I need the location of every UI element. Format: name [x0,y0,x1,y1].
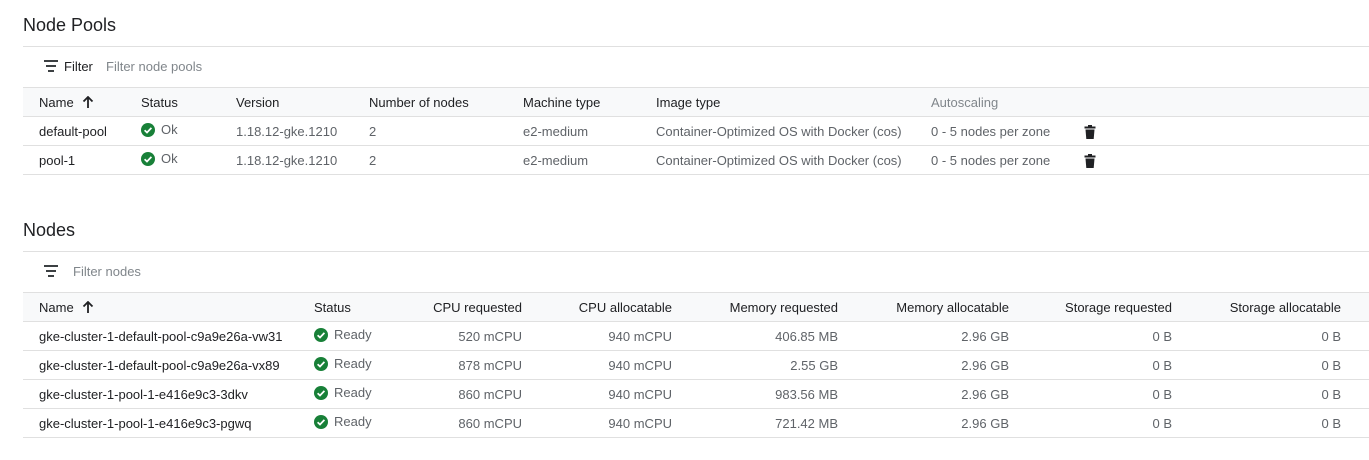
pool-name[interactable]: pool-1 [23,145,125,175]
pool-version: 1.18.12-gke.1210 [220,116,353,146]
table-row[interactable]: gke-cluster-1-default-pool-c9a9e26a-vw31… [23,321,1369,351]
pool-autoscaling: 0 - 5 nodes per zone [915,116,1067,146]
node-storage-requested: 0 B [1037,321,1200,351]
nodes-filter-bar [23,251,1369,292]
node-memory-requested: 2.55 GB [700,350,866,380]
node-storage-allocatable: 0 B [1200,321,1369,351]
table-row[interactable]: default-pool Ok 1.18.12-gke.1210 2 e2-me… [23,116,1369,146]
node-cpu-requested: 860 mCPU [418,408,550,438]
pool-image-type: Container-Optimized OS with Docker (cos) [640,145,915,175]
column-header-name[interactable]: Name [23,292,298,322]
column-header-machine-type[interactable]: Machine type [507,87,640,117]
arrow-up-icon[interactable] [82,95,94,109]
trash-icon[interactable] [1083,124,1097,139]
column-header-version[interactable]: Version [220,87,353,117]
table-row[interactable]: pool-1 Ok 1.18.12-gke.1210 2 e2-medium C… [23,145,1369,175]
node-status: Ready [298,350,418,380]
check-circle-icon [314,385,328,400]
node-storage-allocatable: 0 B [1200,350,1369,380]
node-storage-allocatable: 0 B [1200,379,1369,409]
filter-icon[interactable] [43,60,59,72]
column-header-num-nodes[interactable]: Number of nodes [353,87,507,117]
table-header-row: Name Status CPU requested CPU allocatabl… [23,292,1369,322]
node-status: Ready [298,408,418,438]
nodes-table: Name Status CPU requested CPU allocatabl… [23,292,1369,438]
column-header-memory-requested[interactable]: Memory requested [700,292,866,322]
pool-machine-type: e2-medium [507,116,640,146]
check-circle-icon [141,151,155,166]
node-storage-requested: 0 B [1037,350,1200,380]
column-header-autoscaling: Autoscaling [915,87,1067,117]
column-header-storage-allocatable[interactable]: Storage allocatable [1200,292,1369,322]
node-cpu-requested: 860 mCPU [418,379,550,409]
node-memory-requested: 983.56 MB [700,379,866,409]
node-name[interactable]: gke-cluster-1-pool-1-e416e9c3-3dkv [23,379,298,409]
node-storage-requested: 0 B [1037,408,1200,438]
column-header-cpu-allocatable[interactable]: CPU allocatable [550,292,700,322]
table-row[interactable]: gke-cluster-1-pool-1-e416e9c3-3dkv Ready… [23,379,1369,409]
column-header-actions [1067,87,1369,117]
pool-num-nodes: 2 [353,145,507,175]
pool-version: 1.18.12-gke.1210 [220,145,353,175]
trash-icon[interactable] [1083,153,1097,168]
nodes-filter-input[interactable] [73,262,333,280]
pool-name[interactable]: default-pool [23,116,125,146]
nodes-title: Nodes [23,220,76,240]
node-memory-allocatable: 2.96 GB [866,379,1037,409]
node-name[interactable]: gke-cluster-1-pool-1-e416e9c3-pgwq [23,408,298,438]
node-memory-allocatable: 2.96 GB [866,321,1037,351]
column-header-status[interactable]: Status [125,87,220,117]
node-pools-title: Node Pools [23,15,117,35]
node-cpu-allocatable: 940 mCPU [550,408,700,438]
pool-status: Ok [125,145,220,175]
node-memory-requested: 721.42 MB [700,408,866,438]
table-header-row: Name Status Version Number of nodes Mach… [23,87,1369,117]
node-cpu-requested: 878 mCPU [418,350,550,380]
node-cpu-requested: 520 mCPU [418,321,550,351]
table-row[interactable]: gke-cluster-1-default-pool-c9a9e26a-vx89… [23,350,1369,380]
check-circle-icon [314,356,328,371]
node-cpu-allocatable: 940 mCPU [550,321,700,351]
pool-autoscaling: 0 - 5 nodes per zone [915,145,1067,175]
node-status: Ready [298,321,418,351]
node-cpu-allocatable: 940 mCPU [550,350,700,380]
node-pools-filter-bar: Filter [23,46,1369,87]
node-name[interactable]: gke-cluster-1-default-pool-c9a9e26a-vw31 [23,321,298,351]
arrow-up-icon[interactable] [82,300,94,314]
table-row[interactable]: gke-cluster-1-pool-1-e416e9c3-pgwq Ready… [23,408,1369,438]
node-name[interactable]: gke-cluster-1-default-pool-c9a9e26a-vx89 [23,350,298,380]
pool-status: Ok [125,116,220,146]
node-memory-requested: 406.85 MB [700,321,866,351]
node-cpu-allocatable: 940 mCPU [550,379,700,409]
node-storage-requested: 0 B [1037,379,1200,409]
check-circle-icon [314,327,328,342]
node-pools-filter-input[interactable] [106,57,366,75]
column-header-memory-allocatable[interactable]: Memory allocatable [866,292,1037,322]
node-status: Ready [298,379,418,409]
node-memory-allocatable: 2.96 GB [866,408,1037,438]
node-memory-allocatable: 2.96 GB [866,350,1037,380]
column-header-image-type[interactable]: Image type [640,87,915,117]
pool-image-type: Container-Optimized OS with Docker (cos) [640,116,915,146]
check-circle-icon [141,122,155,137]
node-pools-table: Name Status Version Number of nodes Mach… [23,87,1369,175]
pool-actions [1067,145,1369,175]
filter-icon[interactable] [43,265,59,277]
filter-label[interactable]: Filter [64,59,93,74]
pool-num-nodes: 2 [353,116,507,146]
column-header-name[interactable]: Name [23,87,125,117]
column-header-storage-requested[interactable]: Storage requested [1037,292,1200,322]
node-storage-allocatable: 0 B [1200,408,1369,438]
pool-actions [1067,116,1369,146]
check-circle-icon [314,414,328,429]
column-header-cpu-requested[interactable]: CPU requested [418,292,550,322]
column-header-status[interactable]: Status [298,292,418,322]
pool-machine-type: e2-medium [507,145,640,175]
